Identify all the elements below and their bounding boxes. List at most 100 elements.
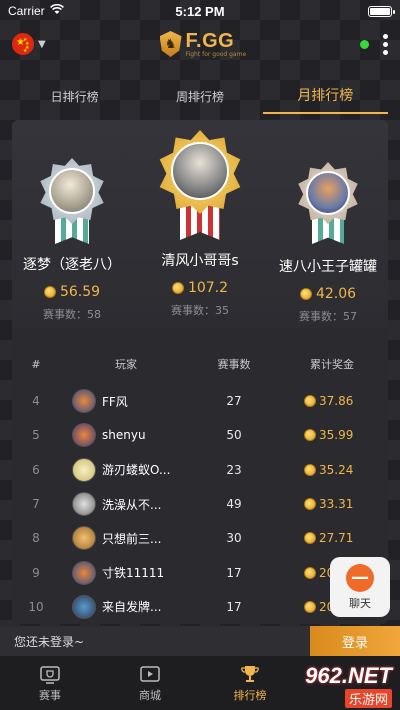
app-logo: ♞ F.GG Fight for good game <box>159 29 247 58</box>
coin-icon <box>304 498 316 511</box>
ranking-tabs: 日排行榜 周排行榜 月排行榜 <box>0 78 400 114</box>
row-games: 50 <box>226 428 242 443</box>
row-prize: 33.31 <box>319 497 354 512</box>
table-row[interactable]: 8 只想前三... 30 27.71 <box>12 521 388 555</box>
logo-tagline: Fight for good game <box>185 50 247 58</box>
trophy-stand-icon <box>39 664 61 684</box>
row-rank: 10 <box>28 599 44 614</box>
podium-second[interactable]: 逐梦（逐老八） 56.59 赛事数：58 <box>16 158 128 322</box>
avatar <box>72 492 96 517</box>
row-player-name: 洗澡从不... <box>102 497 162 512</box>
row-games: 17 <box>226 599 242 614</box>
row-games: 17 <box>226 565 242 580</box>
row-rank: 9 <box>32 565 40 580</box>
carrier-label: Carrier <box>8 4 45 18</box>
avatar <box>72 594 96 619</box>
row-rank: 6 <box>32 462 40 477</box>
coin-icon <box>171 282 184 294</box>
avatar <box>72 560 96 585</box>
coin-icon <box>304 532 316 545</box>
row-player-name: FF风 <box>102 394 128 409</box>
podium: 逐梦（逐老八） 56.59 赛事数：58 清风小哥哥s 107.2 赛事数：35 <box>12 120 388 328</box>
row-player-name: 寸铁11111 <box>102 566 165 581</box>
avatar <box>72 389 96 414</box>
watermark-number: 962.NET <box>305 662 392 688</box>
wifi-icon <box>49 3 64 18</box>
row-games: 27 <box>226 394 242 409</box>
coin-icon <box>304 395 316 408</box>
coin-icon <box>304 463 316 476</box>
avatar <box>72 423 96 448</box>
chat-button[interactable]: — 聊天 <box>330 557 390 617</box>
row-prize: 35.24 <box>319 462 354 477</box>
site-watermark: 962.NET 乐游网 <box>256 660 400 710</box>
winner-name: 速八小王子罐罐 <box>279 259 377 275</box>
avatar <box>72 526 96 551</box>
avatar <box>306 171 350 215</box>
coin-icon <box>43 286 56 298</box>
row-prize: 35.99 <box>319 428 354 443</box>
podium-first[interactable]: 清风小哥哥s 107.2 赛事数：35 <box>140 130 260 318</box>
table-row[interactable]: 6 游刃蝼蚁O... 23 35.24 <box>12 453 388 487</box>
nav-label: 商城 <box>139 688 161 702</box>
login-button[interactable]: 登录 <box>310 626 400 656</box>
winner-games: 赛事数：35 <box>171 304 229 317</box>
more-menu-icon[interactable] <box>383 33 388 55</box>
row-rank: 7 <box>32 497 40 512</box>
row-games: 23 <box>226 462 242 477</box>
region-selector[interactable]: ★ ★ ★ ★ ★ ▼ <box>12 33 46 55</box>
nav-item-events[interactable]: 赛事 <box>0 664 100 703</box>
knight-shield-icon: ♞ <box>159 31 182 57</box>
logo-name: F.GG <box>185 29 235 52</box>
nav-item-shop[interactable]: 商城 <box>100 664 200 703</box>
winner-games: 赛事数：57 <box>299 310 357 323</box>
podium-third[interactable]: 速八小王子罐罐 42.06 赛事数：57 <box>272 162 384 324</box>
china-flag-icon: ★ ★ ★ ★ ★ <box>12 33 34 55</box>
chevron-down-icon: ▼ <box>38 38 46 50</box>
row-player-name: 只想前三... <box>102 531 162 546</box>
row-player-name: shenyu <box>102 428 146 443</box>
tab-monthly[interactable]: 月排行榜 <box>262 85 388 114</box>
winner-name: 逐梦（逐老八） <box>23 257 121 273</box>
row-prize: 37.86 <box>319 394 354 409</box>
tab-weekly[interactable]: 周排行榜 <box>137 88 262 114</box>
row-prize: 27.71 <box>319 531 354 546</box>
winner-name: 清风小哥哥s <box>161 253 239 269</box>
tab-daily[interactable]: 日排行榜 <box>12 88 137 114</box>
row-rank: 5 <box>32 428 40 443</box>
chat-bubble-icon: — <box>346 563 374 592</box>
header-games: 赛事数 <box>217 358 251 371</box>
row-rank: 8 <box>32 531 40 546</box>
chat-label: 聊天 <box>349 596 371 610</box>
login-hint: 您还未登录~ <box>14 634 85 649</box>
watermark-site: 乐游网 <box>344 688 392 708</box>
row-games: 30 <box>226 531 242 546</box>
winner-games: 赛事数：58 <box>43 308 101 321</box>
status-bar: Carrier 5:12 PM <box>0 0 400 22</box>
coin-icon <box>304 566 316 579</box>
avatar <box>72 457 96 482</box>
winner-prize: 42.06 <box>315 286 357 302</box>
avatar <box>171 142 229 200</box>
table-row[interactable]: 5 shenyu 50 35.99 <box>12 418 388 452</box>
avatar <box>49 168 95 214</box>
coin-icon <box>299 288 312 300</box>
table-row[interactable]: 4 FF风 27 37.86 <box>12 384 388 418</box>
row-rank: 4 <box>32 394 40 409</box>
row-player-name: 游刃蝼蚁O... <box>102 463 171 478</box>
header-prize: 累计奖金 <box>310 358 354 371</box>
coin-icon <box>304 429 316 442</box>
row-games: 49 <box>226 497 242 512</box>
table-header: # 玩家 赛事数 累计奖金 <box>12 352 388 376</box>
online-status-indicator <box>360 39 369 49</box>
winner-prize: 56.59 <box>59 284 101 300</box>
video-icon <box>139 664 161 684</box>
winner-prize: 107.2 <box>187 280 229 296</box>
nav-label: 赛事 <box>39 688 61 702</box>
coin-icon <box>304 600 316 613</box>
table-row[interactable]: 7 洗澡从不... 49 33.31 <box>12 487 388 521</box>
header-player: 玩家 <box>115 358 137 371</box>
header-rank: # <box>31 357 41 371</box>
ranking-panel: 逐梦（逐老八） 56.59 赛事数：58 清风小哥哥s 107.2 赛事数：35 <box>12 120 388 624</box>
login-bar: 您还未登录~ 登录 <box>0 626 400 656</box>
